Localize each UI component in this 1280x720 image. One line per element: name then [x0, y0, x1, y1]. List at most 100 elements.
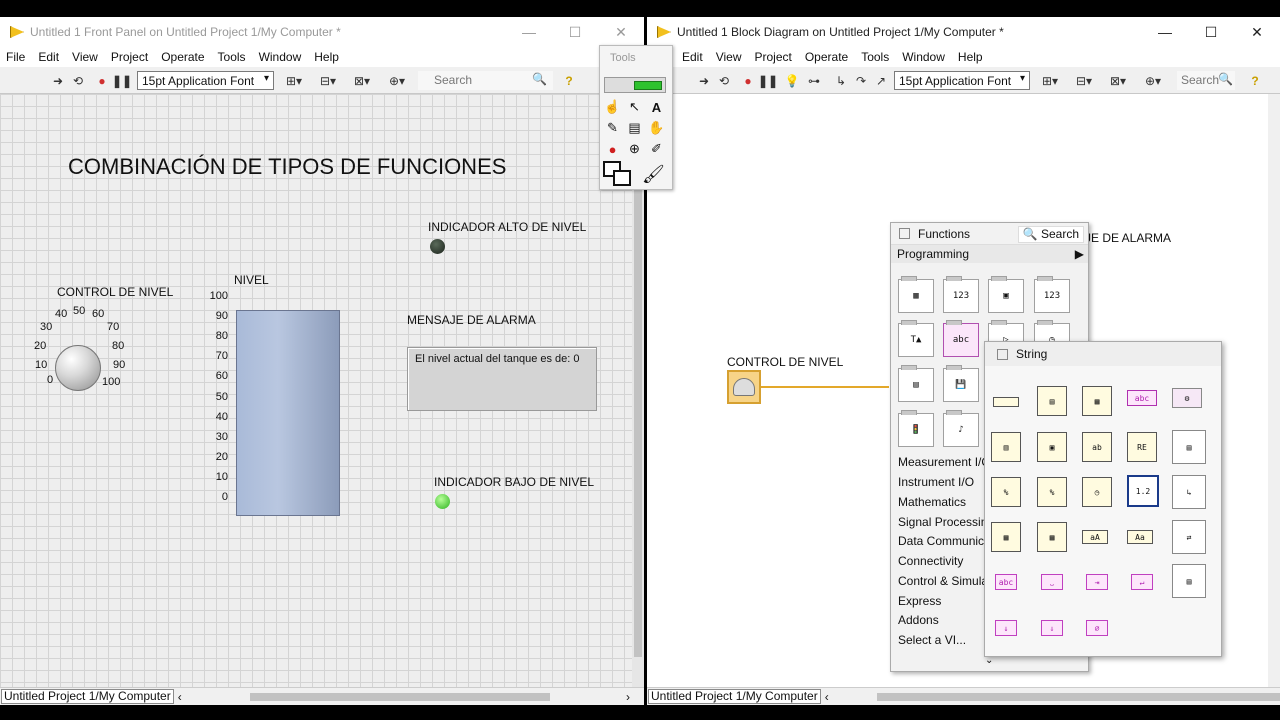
menu-project[interactable]: Project: [754, 50, 791, 64]
scan-from-string-icon[interactable]: %: [1037, 477, 1067, 507]
spreadsheet-to-array-icon[interactable]: ▦: [1037, 522, 1067, 552]
maximize-icon[interactable]: ☐: [1188, 17, 1234, 47]
menu-operate[interactable]: Operate: [805, 50, 848, 64]
scroll-left-icon[interactable]: ‹: [825, 690, 829, 704]
knob-terminal[interactable]: [727, 370, 761, 404]
highlight-execution-icon[interactable]: 💡: [784, 72, 800, 89]
string-length-icon[interactable]: [991, 387, 1021, 417]
abort-icon[interactable]: ●: [740, 72, 756, 89]
category-express[interactable]: Express: [898, 594, 941, 608]
distribute-objects-icon[interactable]: ⊟▾: [1071, 72, 1097, 89]
scroll-right-icon[interactable]: ›: [626, 690, 630, 704]
pin-icon[interactable]: [997, 348, 1008, 360]
format-date-time-icon[interactable]: ◷: [1082, 477, 1112, 507]
maximize-icon[interactable]: ☐: [552, 17, 598, 47]
font-select[interactable]: 15pt Application Font ▾: [894, 71, 1030, 90]
align-objects-icon[interactable]: ⊞▾: [1037, 72, 1063, 89]
horizontal-scrollbar[interactable]: [837, 691, 1280, 703]
probe-tool-icon[interactable]: ⊕: [624, 139, 645, 159]
graphics-sound-palette-icon[interactable]: ♪: [943, 410, 979, 447]
run-arrow-icon[interactable]: ➜: [696, 72, 712, 89]
auto-tool-icon[interactable]: [604, 77, 666, 93]
connect-wire-tool-icon[interactable]: ✎: [602, 118, 623, 138]
string-palette-icon[interactable]: abc: [943, 320, 979, 357]
resize-objects-icon[interactable]: ⊠▾: [349, 72, 375, 89]
carriage-return-constant-icon[interactable]: ↵: [1131, 574, 1153, 590]
match-regex-icon[interactable]: RE: [1127, 432, 1157, 462]
edit-text-tool-icon[interactable]: A: [646, 97, 667, 117]
pin-icon[interactable]: [899, 228, 910, 239]
additional-string-functions-icon[interactable]: ▤: [1172, 430, 1206, 464]
menu-help[interactable]: Help: [314, 50, 339, 64]
menu-edit[interactable]: Edit: [682, 50, 703, 64]
programming-section[interactable]: Programming ▶: [891, 245, 1088, 263]
resize-objects-icon[interactable]: ⊠▾: [1105, 72, 1131, 89]
close-icon[interactable]: ✕: [1234, 17, 1280, 47]
structures-palette-icon[interactable]: ▦: [898, 276, 934, 313]
abort-icon[interactable]: ●: [94, 72, 110, 89]
menu-view[interactable]: View: [716, 50, 742, 64]
search-replace-string-icon[interactable]: ▣: [1037, 432, 1067, 462]
category-connectivity[interactable]: Connectivity: [898, 554, 963, 568]
search-input[interactable]: Search 🔍: [1177, 71, 1235, 90]
reorder-icon[interactable]: ⊕▾: [384, 72, 410, 89]
paintbrush-tool-icon[interactable]: 🖌: [642, 164, 665, 185]
category-select-vi[interactable]: Select a VI...: [898, 633, 966, 647]
replace-substring-icon[interactable]: ▥: [991, 432, 1021, 462]
level-knob[interactable]: [55, 345, 101, 391]
to-upper-case-icon[interactable]: aA: [1082, 530, 1108, 544]
concatenate-strings-icon[interactable]: ▤: [1037, 386, 1067, 416]
format-into-string-icon[interactable]: %: [991, 477, 1021, 507]
xml-functions-icon[interactable]: ⇄: [1172, 520, 1206, 554]
wire[interactable]: [761, 386, 889, 388]
space-constant-icon[interactable]: ⎵: [1041, 574, 1063, 590]
menu-window[interactable]: Window: [259, 50, 302, 64]
category-signal-processing[interactable]: Signal Processing: [898, 515, 994, 529]
tools-palette[interactable]: Tools ☝ ↖ A ✎ ▤ ✋ ● ⊕ ✐ 🖌: [599, 45, 673, 190]
minimize-icon[interactable]: —: [1142, 17, 1188, 47]
run-continuously-icon[interactable]: ⟲: [716, 72, 732, 89]
help-icon[interactable]: ?: [562, 72, 576, 89]
end-of-line-constant-icon[interactable]: ⇓: [1041, 620, 1063, 636]
format-string-icon[interactable]: ⚙: [1172, 388, 1202, 408]
step-over-icon[interactable]: ↷: [853, 72, 869, 89]
tab-constant-icon[interactable]: ⇥: [1086, 574, 1108, 590]
match-pattern-icon[interactable]: ab: [1082, 432, 1112, 462]
set-color-tool-icon[interactable]: [603, 161, 633, 188]
menu-edit[interactable]: Edit: [38, 50, 59, 64]
position-tool-icon[interactable]: ↖: [624, 97, 645, 117]
retain-wire-values-icon[interactable]: ⊶: [806, 72, 822, 89]
array-palette-icon[interactable]: 123: [943, 276, 979, 313]
string-constant-icon[interactable]: abc: [1127, 390, 1157, 406]
run-arrow-icon[interactable]: ➜: [50, 72, 66, 89]
run-continuously-icon[interactable]: ⟲: [70, 72, 86, 89]
step-into-icon[interactable]: ↳: [833, 72, 849, 89]
search-input[interactable]: Search 🔍: [418, 71, 553, 90]
path-string-conversion-icon[interactable]: ↳: [1172, 475, 1206, 509]
clean-up-diagram-icon[interactable]: [1142, 72, 1168, 89]
numeric-palette-icon[interactable]: 123: [1034, 276, 1070, 313]
font-select[interactable]: 15pt Application Font ▾: [137, 71, 274, 90]
operate-value-tool-icon[interactable]: ☝: [602, 97, 623, 117]
scroll-left-icon[interactable]: ‹: [178, 690, 182, 704]
string-subset-icon[interactable]: ▦: [1082, 386, 1112, 416]
category-control-simulation[interactable]: Control & Simula: [898, 574, 988, 588]
distribute-objects-icon[interactable]: ⊟▾: [315, 72, 341, 89]
empty-string-constant-icon[interactable]: abc: [995, 574, 1017, 590]
scroll-window-tool-icon[interactable]: ✋: [646, 118, 667, 138]
step-out-icon[interactable]: ↗: [873, 72, 889, 89]
category-data-communication[interactable]: Data Communica: [898, 534, 991, 548]
menu-view[interactable]: View: [72, 50, 98, 64]
breakpoint-tool-icon[interactable]: ●: [602, 139, 623, 159]
project-path[interactable]: Untitled Project 1/My Computer: [648, 689, 821, 704]
menu-tools[interactable]: Tools: [218, 50, 246, 64]
pause-icon[interactable]: ❚❚: [112, 72, 132, 89]
menu-help[interactable]: Help: [958, 50, 983, 64]
file-io-palette-icon[interactable]: 💾: [943, 365, 979, 402]
conversion-subpalette-icon[interactable]: ▤: [1172, 564, 1206, 598]
empty-string-icon[interactable]: ∅: [1086, 620, 1108, 636]
array-to-spreadsheet-icon[interactable]: ▦: [991, 522, 1021, 552]
boolean-palette-icon[interactable]: T▲: [898, 320, 934, 357]
project-path[interactable]: Untitled Project 1/My Computer: [1, 689, 174, 704]
align-objects-icon[interactable]: ⊞▾: [281, 72, 307, 89]
